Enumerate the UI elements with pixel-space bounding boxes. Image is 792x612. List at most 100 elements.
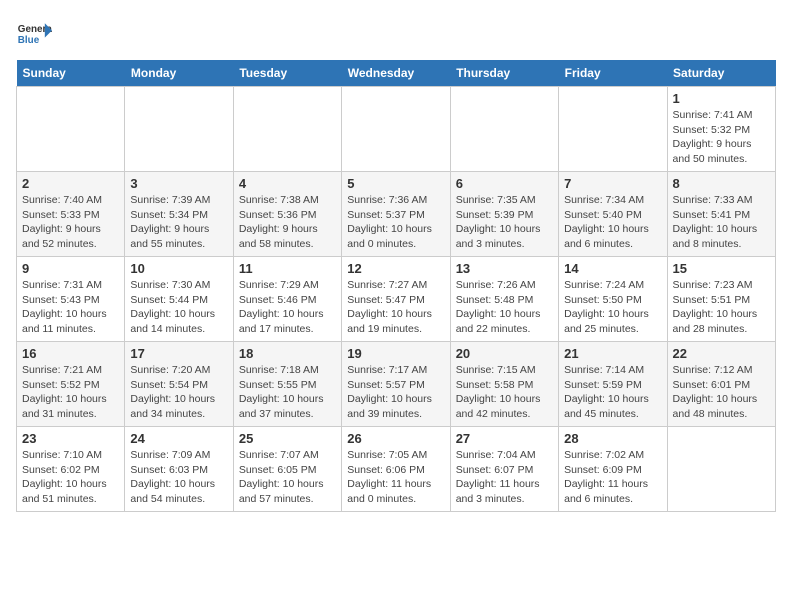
- calendar-cell: 26 Sunrise: 7:05 AM Sunset: 6:06 PM Dayli…: [342, 427, 450, 512]
- day-info: Sunrise: 7:34 AM Sunset: 5:40 PM Dayligh…: [564, 193, 661, 252]
- calendar-cell: 16 Sunrise: 7:21 AM Sunset: 5:52 PM Dayli…: [17, 342, 125, 427]
- page-header: General Blue: [16, 16, 776, 52]
- day-number: 6: [456, 176, 553, 191]
- calendar-cell: 28 Sunrise: 7:02 AM Sunset: 6:09 PM Dayli…: [559, 427, 667, 512]
- calendar-cell: [559, 87, 667, 172]
- day-info: Sunrise: 7:05 AM Sunset: 6:06 PM Dayligh…: [347, 448, 444, 507]
- day-number: 4: [239, 176, 336, 191]
- column-header-wednesday: Wednesday: [342, 60, 450, 87]
- calendar-cell: 11 Sunrise: 7:29 AM Sunset: 5:46 PM Dayli…: [233, 257, 341, 342]
- day-info: Sunrise: 7:35 AM Sunset: 5:39 PM Dayligh…: [456, 193, 553, 252]
- column-header-saturday: Saturday: [667, 60, 775, 87]
- day-number: 9: [22, 261, 119, 276]
- day-info: Sunrise: 7:26 AM Sunset: 5:48 PM Dayligh…: [456, 278, 553, 337]
- day-number: 8: [673, 176, 770, 191]
- week-row: 23 Sunrise: 7:10 AM Sunset: 6:02 PM Dayli…: [17, 427, 776, 512]
- logo-icon: General Blue: [16, 16, 52, 52]
- day-info: Sunrise: 7:02 AM Sunset: 6:09 PM Dayligh…: [564, 448, 661, 507]
- day-number: 3: [130, 176, 227, 191]
- day-number: 13: [456, 261, 553, 276]
- svg-text:Blue: Blue: [18, 35, 40, 46]
- day-info: Sunrise: 7:29 AM Sunset: 5:46 PM Dayligh…: [239, 278, 336, 337]
- calendar-cell: 10 Sunrise: 7:30 AM Sunset: 5:44 PM Dayli…: [125, 257, 233, 342]
- calendar-cell: 12Sunrise: 7:27 AM Sunset: 5:47 PM Dayli…: [342, 257, 450, 342]
- week-row: 2Sunrise: 7:40 AM Sunset: 5:33 PM Daylig…: [17, 172, 776, 257]
- day-number: 27: [456, 431, 553, 446]
- day-number: 11: [239, 261, 336, 276]
- calendar-cell: 4 Sunrise: 7:38 AM Sunset: 5:36 PM Daylig…: [233, 172, 341, 257]
- calendar-cell: [342, 87, 450, 172]
- day-info: Sunrise: 7:14 AM Sunset: 5:59 PM Dayligh…: [564, 363, 661, 422]
- day-number: 15: [673, 261, 770, 276]
- calendar-cell: [17, 87, 125, 172]
- day-number: 16: [22, 346, 119, 361]
- calendar-cell: 13 Sunrise: 7:26 AM Sunset: 5:48 PM Dayli…: [450, 257, 558, 342]
- calendar-table: SundayMondayTuesdayWednesdayThursdayFrid…: [16, 60, 776, 512]
- column-header-tuesday: Tuesday: [233, 60, 341, 87]
- day-info: Sunrise: 7:20 AM Sunset: 5:54 PM Dayligh…: [130, 363, 227, 422]
- calendar-cell: 21 Sunrise: 7:14 AM Sunset: 5:59 PM Dayli…: [559, 342, 667, 427]
- calendar-cell: 1 Sunrise: 7:41 AM Sunset: 5:32 PM Daylig…: [667, 87, 775, 172]
- day-number: 7: [564, 176, 661, 191]
- day-number: 14: [564, 261, 661, 276]
- day-info: Sunrise: 7:21 AM Sunset: 5:52 PM Dayligh…: [22, 363, 119, 422]
- day-info: Sunrise: 7:15 AM Sunset: 5:58 PM Dayligh…: [456, 363, 553, 422]
- day-info: Sunrise: 7:41 AM Sunset: 5:32 PM Dayligh…: [673, 108, 770, 167]
- calendar-cell: 5 Sunrise: 7:36 AM Sunset: 5:37 PM Daylig…: [342, 172, 450, 257]
- day-info: Sunrise: 7:38 AM Sunset: 5:36 PM Dayligh…: [239, 193, 336, 252]
- day-info: Sunrise: 7:18 AM Sunset: 5:55 PM Dayligh…: [239, 363, 336, 422]
- calendar-cell: 20 Sunrise: 7:15 AM Sunset: 5:58 PM Dayli…: [450, 342, 558, 427]
- day-number: 26: [347, 431, 444, 446]
- calendar-cell: 18 Sunrise: 7:18 AM Sunset: 5:55 PM Dayli…: [233, 342, 341, 427]
- calendar-cell: 9 Sunrise: 7:31 AM Sunset: 5:43 PM Daylig…: [17, 257, 125, 342]
- day-info: Sunrise: 7:40 AM Sunset: 5:33 PM Dayligh…: [22, 193, 119, 252]
- day-info: Sunrise: 7:24 AM Sunset: 5:50 PM Dayligh…: [564, 278, 661, 337]
- day-number: 1: [673, 91, 770, 106]
- day-info: Sunrise: 7:17 AM Sunset: 5:57 PM Dayligh…: [347, 363, 444, 422]
- calendar-cell: 24 Sunrise: 7:09 AM Sunset: 6:03 PM Dayli…: [125, 427, 233, 512]
- calendar-cell: 19 Sunrise: 7:17 AM Sunset: 5:57 PM Dayli…: [342, 342, 450, 427]
- day-info: Sunrise: 7:23 AM Sunset: 5:51 PM Dayligh…: [673, 278, 770, 337]
- day-info: Sunrise: 7:12 AM Sunset: 6:01 PM Dayligh…: [673, 363, 770, 422]
- day-info: Sunrise: 7:36 AM Sunset: 5:37 PM Dayligh…: [347, 193, 444, 252]
- column-header-friday: Friday: [559, 60, 667, 87]
- calendar-cell: [125, 87, 233, 172]
- column-header-sunday: Sunday: [17, 60, 125, 87]
- day-info: Sunrise: 7:30 AM Sunset: 5:44 PM Dayligh…: [130, 278, 227, 337]
- column-header-thursday: Thursday: [450, 60, 558, 87]
- calendar-cell: 2Sunrise: 7:40 AM Sunset: 5:33 PM Daylig…: [17, 172, 125, 257]
- calendar-cell: 8 Sunrise: 7:33 AM Sunset: 5:41 PM Daylig…: [667, 172, 775, 257]
- day-info: Sunrise: 7:33 AM Sunset: 5:41 PM Dayligh…: [673, 193, 770, 252]
- day-number: 17: [130, 346, 227, 361]
- column-header-monday: Monday: [125, 60, 233, 87]
- week-row: 9 Sunrise: 7:31 AM Sunset: 5:43 PM Daylig…: [17, 257, 776, 342]
- day-info: Sunrise: 7:10 AM Sunset: 6:02 PM Dayligh…: [22, 448, 119, 507]
- day-number: 28: [564, 431, 661, 446]
- day-info: Sunrise: 7:07 AM Sunset: 6:05 PM Dayligh…: [239, 448, 336, 507]
- day-info: Sunrise: 7:39 AM Sunset: 5:34 PM Dayligh…: [130, 193, 227, 252]
- calendar-cell: 3 Sunrise: 7:39 AM Sunset: 5:34 PM Daylig…: [125, 172, 233, 257]
- day-info: Sunrise: 7:09 AM Sunset: 6:03 PM Dayligh…: [130, 448, 227, 507]
- day-number: 10: [130, 261, 227, 276]
- day-number: 19: [347, 346, 444, 361]
- calendar-cell: 14 Sunrise: 7:24 AM Sunset: 5:50 PM Dayli…: [559, 257, 667, 342]
- week-row: 16 Sunrise: 7:21 AM Sunset: 5:52 PM Dayli…: [17, 342, 776, 427]
- day-number: 18: [239, 346, 336, 361]
- day-info: Sunrise: 7:31 AM Sunset: 5:43 PM Dayligh…: [22, 278, 119, 337]
- calendar-cell: 27 Sunrise: 7:04 AM Sunset: 6:07 PM Dayli…: [450, 427, 558, 512]
- calendar-cell: 15 Sunrise: 7:23 AM Sunset: 5:51 PM Dayli…: [667, 257, 775, 342]
- calendar-cell: [667, 427, 775, 512]
- calendar-cell: 6 Sunrise: 7:35 AM Sunset: 5:39 PM Daylig…: [450, 172, 558, 257]
- calendar-cell: 22Sunrise: 7:12 AM Sunset: 6:01 PM Dayli…: [667, 342, 775, 427]
- day-number: 21: [564, 346, 661, 361]
- week-row: 1 Sunrise: 7:41 AM Sunset: 5:32 PM Daylig…: [17, 87, 776, 172]
- day-number: 20: [456, 346, 553, 361]
- day-info: Sunrise: 7:04 AM Sunset: 6:07 PM Dayligh…: [456, 448, 553, 507]
- calendar-cell: 23 Sunrise: 7:10 AM Sunset: 6:02 PM Dayli…: [17, 427, 125, 512]
- day-number: 25: [239, 431, 336, 446]
- day-number: 12: [347, 261, 444, 276]
- calendar-cell: 17 Sunrise: 7:20 AM Sunset: 5:54 PM Dayli…: [125, 342, 233, 427]
- day-number: 5: [347, 176, 444, 191]
- day-number: 23: [22, 431, 119, 446]
- day-number: 24: [130, 431, 227, 446]
